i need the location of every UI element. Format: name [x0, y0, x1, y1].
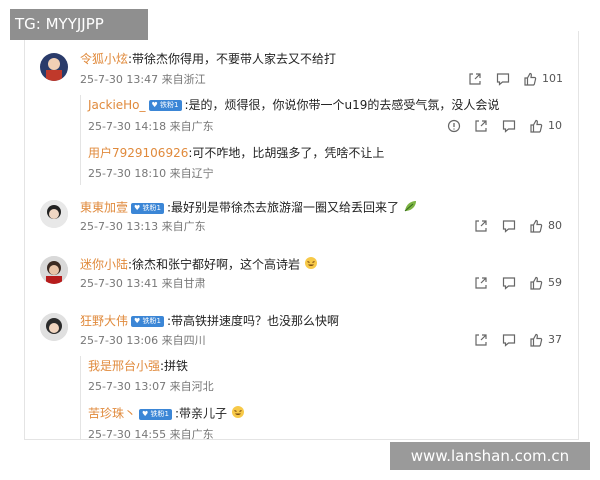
- badge-label: 铁粉1: [150, 409, 169, 418]
- reply-line: JackieHo_ ♥ 铁粉1:是的，烦得很，你说你带一个u19的去感受气氛，没人…: [88, 97, 499, 113]
- thumbs-up-icon: [530, 219, 543, 233]
- badge-label: 铁粉1: [142, 203, 161, 212]
- comment-meta: 25-7-30 13:47 来自浙江: [80, 73, 206, 86]
- comment-meta: 25-7-30 13:06 来自四川: [80, 334, 206, 347]
- like-count: 10: [548, 119, 562, 132]
- reply-text: :是的，烦得很，你说你带一个u19的去感受气氛，没人会说: [184, 98, 500, 112]
- like-button[interactable]: 59: [529, 276, 562, 290]
- badge-icon: ♥: [142, 409, 149, 418]
- reply-divider: [80, 95, 81, 185]
- badge-icon: ♥: [134, 203, 141, 212]
- watermark-top: TG: MYYJJPP: [10, 9, 148, 40]
- badge-icon: ♥: [151, 101, 158, 109]
- share-button[interactable]: [474, 276, 488, 290]
- username[interactable]: 用户7929106926: [88, 146, 188, 160]
- reply-button[interactable]: [502, 276, 516, 290]
- like-count: 101: [542, 72, 563, 85]
- like-button[interactable]: 101: [523, 72, 563, 86]
- warning-icon: [447, 119, 461, 133]
- fan-badge: ♥ 铁粉1: [148, 100, 182, 111]
- share-icon: [469, 73, 481, 85]
- report-button[interactable]: [447, 119, 461, 133]
- watermark-bottom: www.lanshan.com.cn: [390, 442, 590, 470]
- reply-divider: [80, 356, 81, 440]
- thumbs-up-icon: [524, 72, 537, 86]
- username[interactable]: 迷你小陆: [80, 258, 128, 272]
- reply-meta: 25-7-30 18:10 来自辽宁: [88, 167, 214, 180]
- avatar[interactable]: [40, 53, 68, 81]
- comment-text: :带徐杰你得用，不要带人家去又不给打: [128, 52, 337, 66]
- like-button[interactable]: 37: [529, 333, 562, 347]
- comment-icon: [502, 277, 516, 290]
- comment-meta: 25-7-30 13:41 来自甘肃: [80, 277, 206, 290]
- fan-badge: ♥ 铁粉1: [131, 316, 164, 327]
- username[interactable]: 我是邢台小强: [88, 359, 160, 373]
- share-button[interactable]: [474, 219, 488, 233]
- like-count: 80: [548, 219, 562, 232]
- reply-button[interactable]: [496, 72, 510, 86]
- avatar[interactable]: [40, 256, 68, 284]
- username[interactable]: 狂野大伟: [80, 314, 128, 328]
- share-icon: [475, 120, 487, 132]
- thumbs-up-icon: [530, 119, 543, 133]
- comment-meta: 25-7-30 13:13 来自广东: [80, 220, 206, 233]
- reply-meta: 25-7-30 14:18 来自广东: [88, 120, 214, 133]
- comment-icon: [502, 220, 516, 233]
- like-button[interactable]: 10: [529, 119, 562, 133]
- share-icon: [475, 220, 487, 232]
- reply-text: :带亲儿子: [175, 406, 228, 421]
- comment-text: :最好别是带徐杰去旅游溜一圈又给丢回来了: [167, 200, 400, 215]
- comment-icon: [502, 334, 516, 347]
- badge-label: 铁粉1: [142, 317, 161, 325]
- username[interactable]: 苦珍珠丶: [88, 407, 136, 421]
- badge-icon: ♥: [134, 317, 141, 325]
- thumbs-up-icon: [530, 333, 543, 347]
- avatar[interactable]: [40, 313, 68, 341]
- leaf-emoji-icon: [403, 199, 417, 217]
- reply-meta: 25-7-30 13:07 来自河北: [88, 380, 214, 393]
- share-button[interactable]: [474, 119, 488, 133]
- fan-badge: ♥ 铁粉1: [139, 408, 172, 420]
- comment-line: 迷你小陆:徐杰和张宁都好啊，这个高诗岩: [80, 256, 318, 274]
- username[interactable]: 東東加壹: [80, 201, 128, 215]
- fan-badge: ♥ 铁粉1: [131, 202, 164, 214]
- like-button[interactable]: 80: [529, 219, 562, 233]
- laughing-emoji-icon: [304, 256, 318, 274]
- reply-text: :拼铁: [160, 359, 189, 373]
- reply-line: 苦珍珠丶 ♥ 铁粉1:带亲儿子: [88, 405, 245, 423]
- username[interactable]: 令狐小炫: [80, 52, 128, 66]
- comment-line: 東東加壹 ♥ 铁粉1:最好别是带徐杰去旅游溜一圈又给丢回来了: [80, 199, 417, 217]
- thumbs-up-icon: [530, 276, 543, 290]
- like-count: 37: [548, 333, 562, 346]
- share-icon: [475, 334, 487, 346]
- laughing-emoji-icon: [231, 405, 245, 423]
- comment-icon: [502, 120, 516, 133]
- share-icon: [475, 277, 487, 289]
- comment-line: 令狐小炫:带徐杰你得用，不要带人家去又不给打: [80, 51, 336, 67]
- comment-line: 狂野大伟 ♥ 铁粉1:带高铁拼速度吗？也没那么快啊: [80, 313, 339, 329]
- avatar[interactable]: [40, 200, 68, 228]
- reply-line: 用户7929106926:可不咋地，比胡强多了，凭啥不让上: [88, 145, 384, 161]
- badge-label: 铁粉1: [160, 101, 179, 109]
- reply-button[interactable]: [502, 333, 516, 347]
- username[interactable]: JackieHo_: [88, 98, 146, 112]
- share-button[interactable]: [474, 333, 488, 347]
- comment-text: :徐杰和张宁都好啊，这个高诗岩: [128, 257, 301, 272]
- reply-line: 我是邢台小强:拼铁: [88, 358, 188, 374]
- share-button[interactable]: [468, 72, 482, 86]
- comment-icon: [496, 73, 510, 86]
- reply-button[interactable]: [502, 219, 516, 233]
- reply-meta: 25-7-30 14:55 来自广东: [88, 428, 214, 441]
- reply-button[interactable]: [502, 119, 516, 133]
- comment-text: :带高铁拼速度吗？也没那么快啊: [167, 314, 340, 328]
- reply-text: :可不咋地，比胡强多了，凭啥不让上: [188, 146, 385, 160]
- comment-panel: [24, 31, 579, 440]
- like-count: 59: [548, 276, 562, 289]
